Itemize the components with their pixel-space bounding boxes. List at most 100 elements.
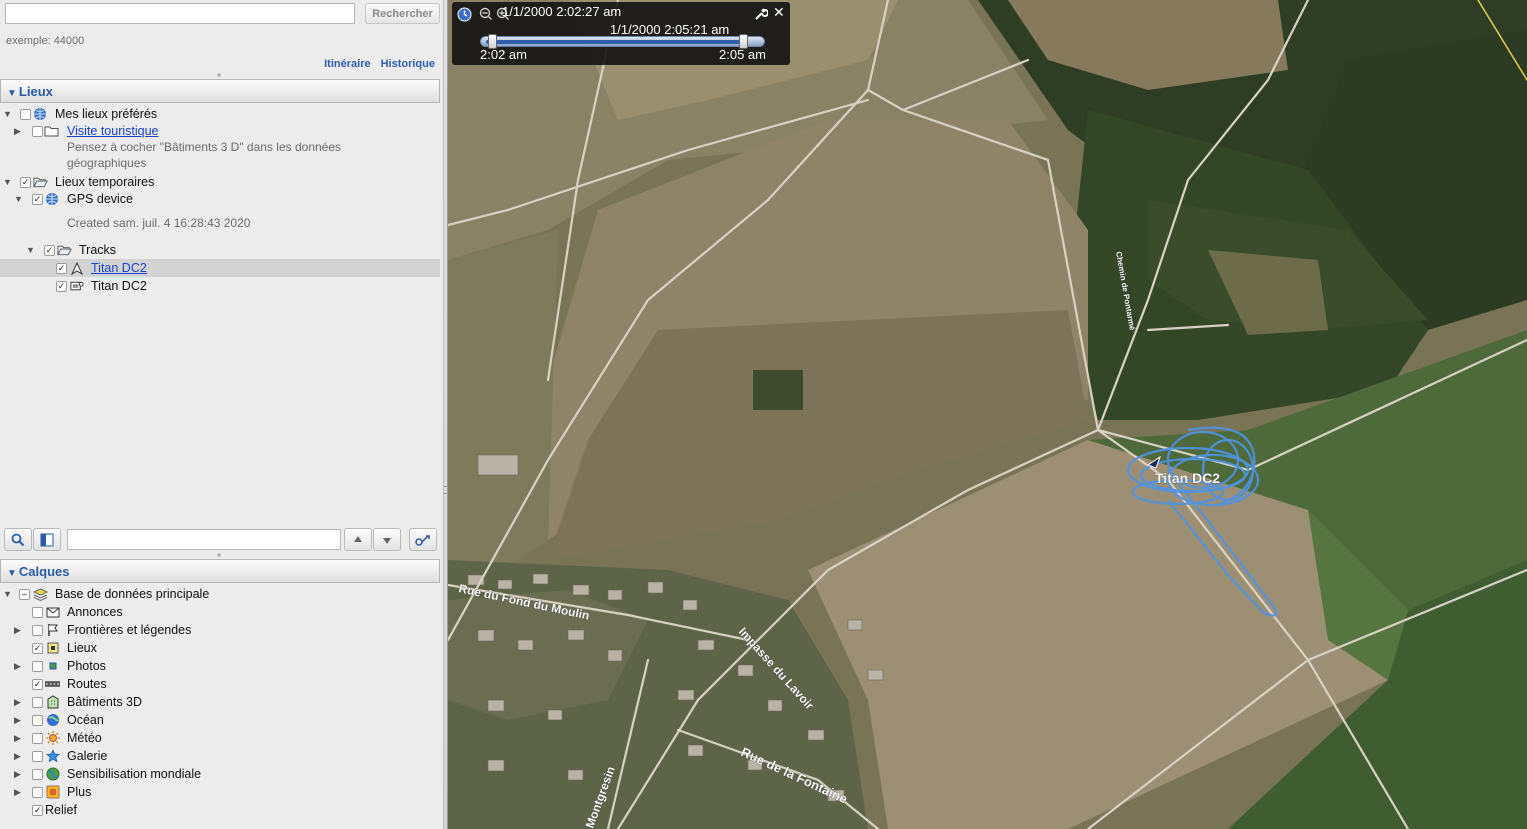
map-view[interactable]: Rue du Fond du Moulin Impasse du Lavoir … bbox=[448, 0, 1527, 829]
checkbox[interactable]: ✓ bbox=[32, 804, 43, 816]
checkbox[interactable] bbox=[32, 125, 43, 137]
search-hint: exemple: 44000 bbox=[6, 35, 85, 47]
tree-item-link[interactable]: Visite touristique bbox=[67, 124, 159, 138]
layer-label: Bâtiments 3D bbox=[67, 695, 143, 709]
layer-ads[interactable]: Annonces bbox=[0, 603, 440, 621]
checkbox[interactable] bbox=[32, 732, 43, 744]
layer-3d-buildings[interactable]: ▶ Bâtiments 3D bbox=[0, 693, 440, 711]
expand-triangle-icon[interactable]: ▶ bbox=[14, 697, 24, 708]
layer-ocean[interactable]: ▶ Océan bbox=[0, 711, 440, 729]
expand-triangle-icon[interactable]: ▼ bbox=[3, 109, 13, 119]
tree-item-temporary[interactable]: ▼ ✓ Lieux temporaires bbox=[0, 173, 440, 191]
layer-places[interactable]: ✓ Lieux bbox=[0, 639, 440, 657]
layers-panel-title: Calques bbox=[18, 564, 70, 579]
layer-terrain[interactable]: ✓ Relief bbox=[0, 801, 440, 819]
checkbox[interactable] bbox=[32, 768, 43, 780]
tour-button[interactable] bbox=[409, 528, 437, 551]
layer-label: Routes bbox=[67, 677, 107, 691]
expand-triangle-icon[interactable]: ▶ bbox=[14, 751, 24, 762]
itinerary-link[interactable]: Itinéraire bbox=[324, 58, 370, 70]
tree-item-label: Mes lieux préférés bbox=[55, 107, 158, 121]
layer-global-awareness[interactable]: ▶ Sensibilisation mondiale bbox=[0, 765, 440, 783]
earth-icon bbox=[45, 767, 60, 781]
layer-photos[interactable]: ▶ Photos bbox=[0, 657, 440, 675]
layer-label: Sensibilisation mondiale bbox=[67, 767, 202, 781]
places-panel-header[interactable]: ▼ Lieux bbox=[0, 79, 440, 103]
layer-weather[interactable]: ▶ Météo bbox=[0, 729, 440, 747]
layer-label: Lieux bbox=[67, 641, 97, 655]
track-label[interactable]: Titan DC2 bbox=[1155, 470, 1221, 487]
search-button[interactable]: Rechercher bbox=[365, 3, 440, 24]
checkbox[interactable] bbox=[20, 108, 31, 120]
close-icon[interactable]: ✕ bbox=[773, 4, 785, 21]
expand-triangle-icon[interactable]: ▶ bbox=[14, 733, 24, 744]
expand-triangle-icon[interactable]: ▶ bbox=[14, 769, 24, 780]
checkbox[interactable] bbox=[32, 714, 43, 726]
checkbox[interactable]: ✓ bbox=[44, 244, 55, 256]
expand-triangle-icon[interactable]: ▶ bbox=[14, 661, 24, 672]
tree-item-description: Pensez à cocher "Bâtiments 3 D" dans les… bbox=[67, 140, 342, 170]
layer-label: Frontières et légendes bbox=[67, 623, 192, 637]
tree-item-track-selected[interactable]: ✓ Titan DC2 bbox=[0, 259, 440, 277]
tree-item-tour[interactable]: ▶ Visite touristique bbox=[0, 122, 440, 140]
building-icon bbox=[45, 695, 60, 709]
places-panel-title: Lieux bbox=[18, 84, 53, 99]
envelope-icon bbox=[45, 605, 60, 619]
expand-triangle-icon[interactable]: ▼ bbox=[14, 194, 24, 204]
checkbox[interactable] bbox=[32, 660, 43, 672]
expand-triangle-icon[interactable]: ▼ bbox=[3, 177, 13, 187]
flag-icon bbox=[45, 623, 60, 637]
checkbox[interactable]: ✓ bbox=[56, 262, 67, 274]
clock-icon[interactable] bbox=[457, 7, 472, 22]
layer-more[interactable]: ▶ Plus bbox=[0, 783, 440, 801]
resize-grip[interactable] bbox=[217, 73, 221, 77]
expand-triangle-icon[interactable]: ▶ bbox=[14, 787, 24, 798]
checkbox[interactable] bbox=[32, 606, 43, 618]
toggle-panel-button[interactable] bbox=[33, 528, 61, 551]
layer-label: Base de données principale bbox=[55, 587, 210, 601]
tree-item-tracks[interactable]: ▼ ✓ Tracks bbox=[0, 241, 440, 259]
tree-item-gps-device[interactable]: ▼ ✓ GPS device bbox=[0, 190, 440, 208]
search-input[interactable] bbox=[5, 3, 355, 24]
tree-item-link[interactable]: Titan DC2 bbox=[91, 261, 147, 275]
checkbox[interactable]: – bbox=[19, 588, 30, 600]
places-toolbar bbox=[0, 528, 440, 552]
tree-item-track-path[interactable]: ✓ Titan DC2 bbox=[0, 277, 440, 295]
checkbox[interactable]: ✓ bbox=[32, 678, 43, 690]
layers-panel-header[interactable]: ▼ Calques bbox=[0, 559, 440, 583]
history-link[interactable]: Historique bbox=[381, 58, 435, 70]
filter-input[interactable] bbox=[67, 529, 341, 550]
layer-primary-database[interactable]: ▼ – Base de données principale bbox=[0, 585, 440, 603]
expand-triangle-icon[interactable]: ▼ bbox=[26, 245, 36, 255]
zoom-out-icon[interactable] bbox=[479, 7, 493, 21]
checkbox[interactable] bbox=[32, 696, 43, 708]
time-slider-track[interactable] bbox=[480, 36, 765, 47]
expand-triangle-icon[interactable]: ▶ bbox=[14, 126, 24, 137]
search-places-button[interactable] bbox=[4, 528, 32, 551]
layer-label: Océan bbox=[67, 713, 104, 727]
checkbox[interactable]: ✓ bbox=[20, 176, 31, 188]
layer-roads[interactable]: ✓ Routes bbox=[0, 675, 440, 693]
layer-borders[interactable]: ▶ Frontières et légendes bbox=[0, 621, 440, 639]
current-time-label: 1/1/2000 2:05:21 am bbox=[610, 22, 730, 37]
checkbox[interactable] bbox=[32, 750, 43, 762]
checkbox[interactable]: ✓ bbox=[56, 280, 67, 292]
max-time-label: 2:05 am bbox=[719, 47, 766, 62]
checkbox[interactable] bbox=[32, 624, 43, 636]
expand-triangle-icon[interactable]: ▶ bbox=[14, 715, 24, 726]
expand-triangle-icon[interactable]: ▼ bbox=[3, 589, 13, 599]
move-down-button[interactable] bbox=[373, 528, 401, 551]
checkbox[interactable]: ✓ bbox=[32, 642, 43, 654]
photo-icon bbox=[45, 659, 60, 673]
path-icon bbox=[69, 279, 84, 293]
tree-item-favorites[interactable]: ▼ Mes lieux préférés bbox=[0, 105, 440, 123]
checkbox[interactable]: ✓ bbox=[32, 193, 43, 205]
resize-grip[interactable] bbox=[217, 553, 221, 557]
splitter-grip[interactable] bbox=[444, 486, 447, 494]
satellite-imagery: Rue du Fond du Moulin Impasse du Lavoir … bbox=[448, 0, 1527, 829]
wrench-icon[interactable] bbox=[754, 7, 768, 21]
checkbox[interactable] bbox=[32, 786, 43, 798]
layer-gallery[interactable]: ▶ Galerie bbox=[0, 747, 440, 765]
expand-triangle-icon[interactable]: ▶ bbox=[14, 625, 24, 636]
move-up-button[interactable] bbox=[344, 528, 372, 551]
